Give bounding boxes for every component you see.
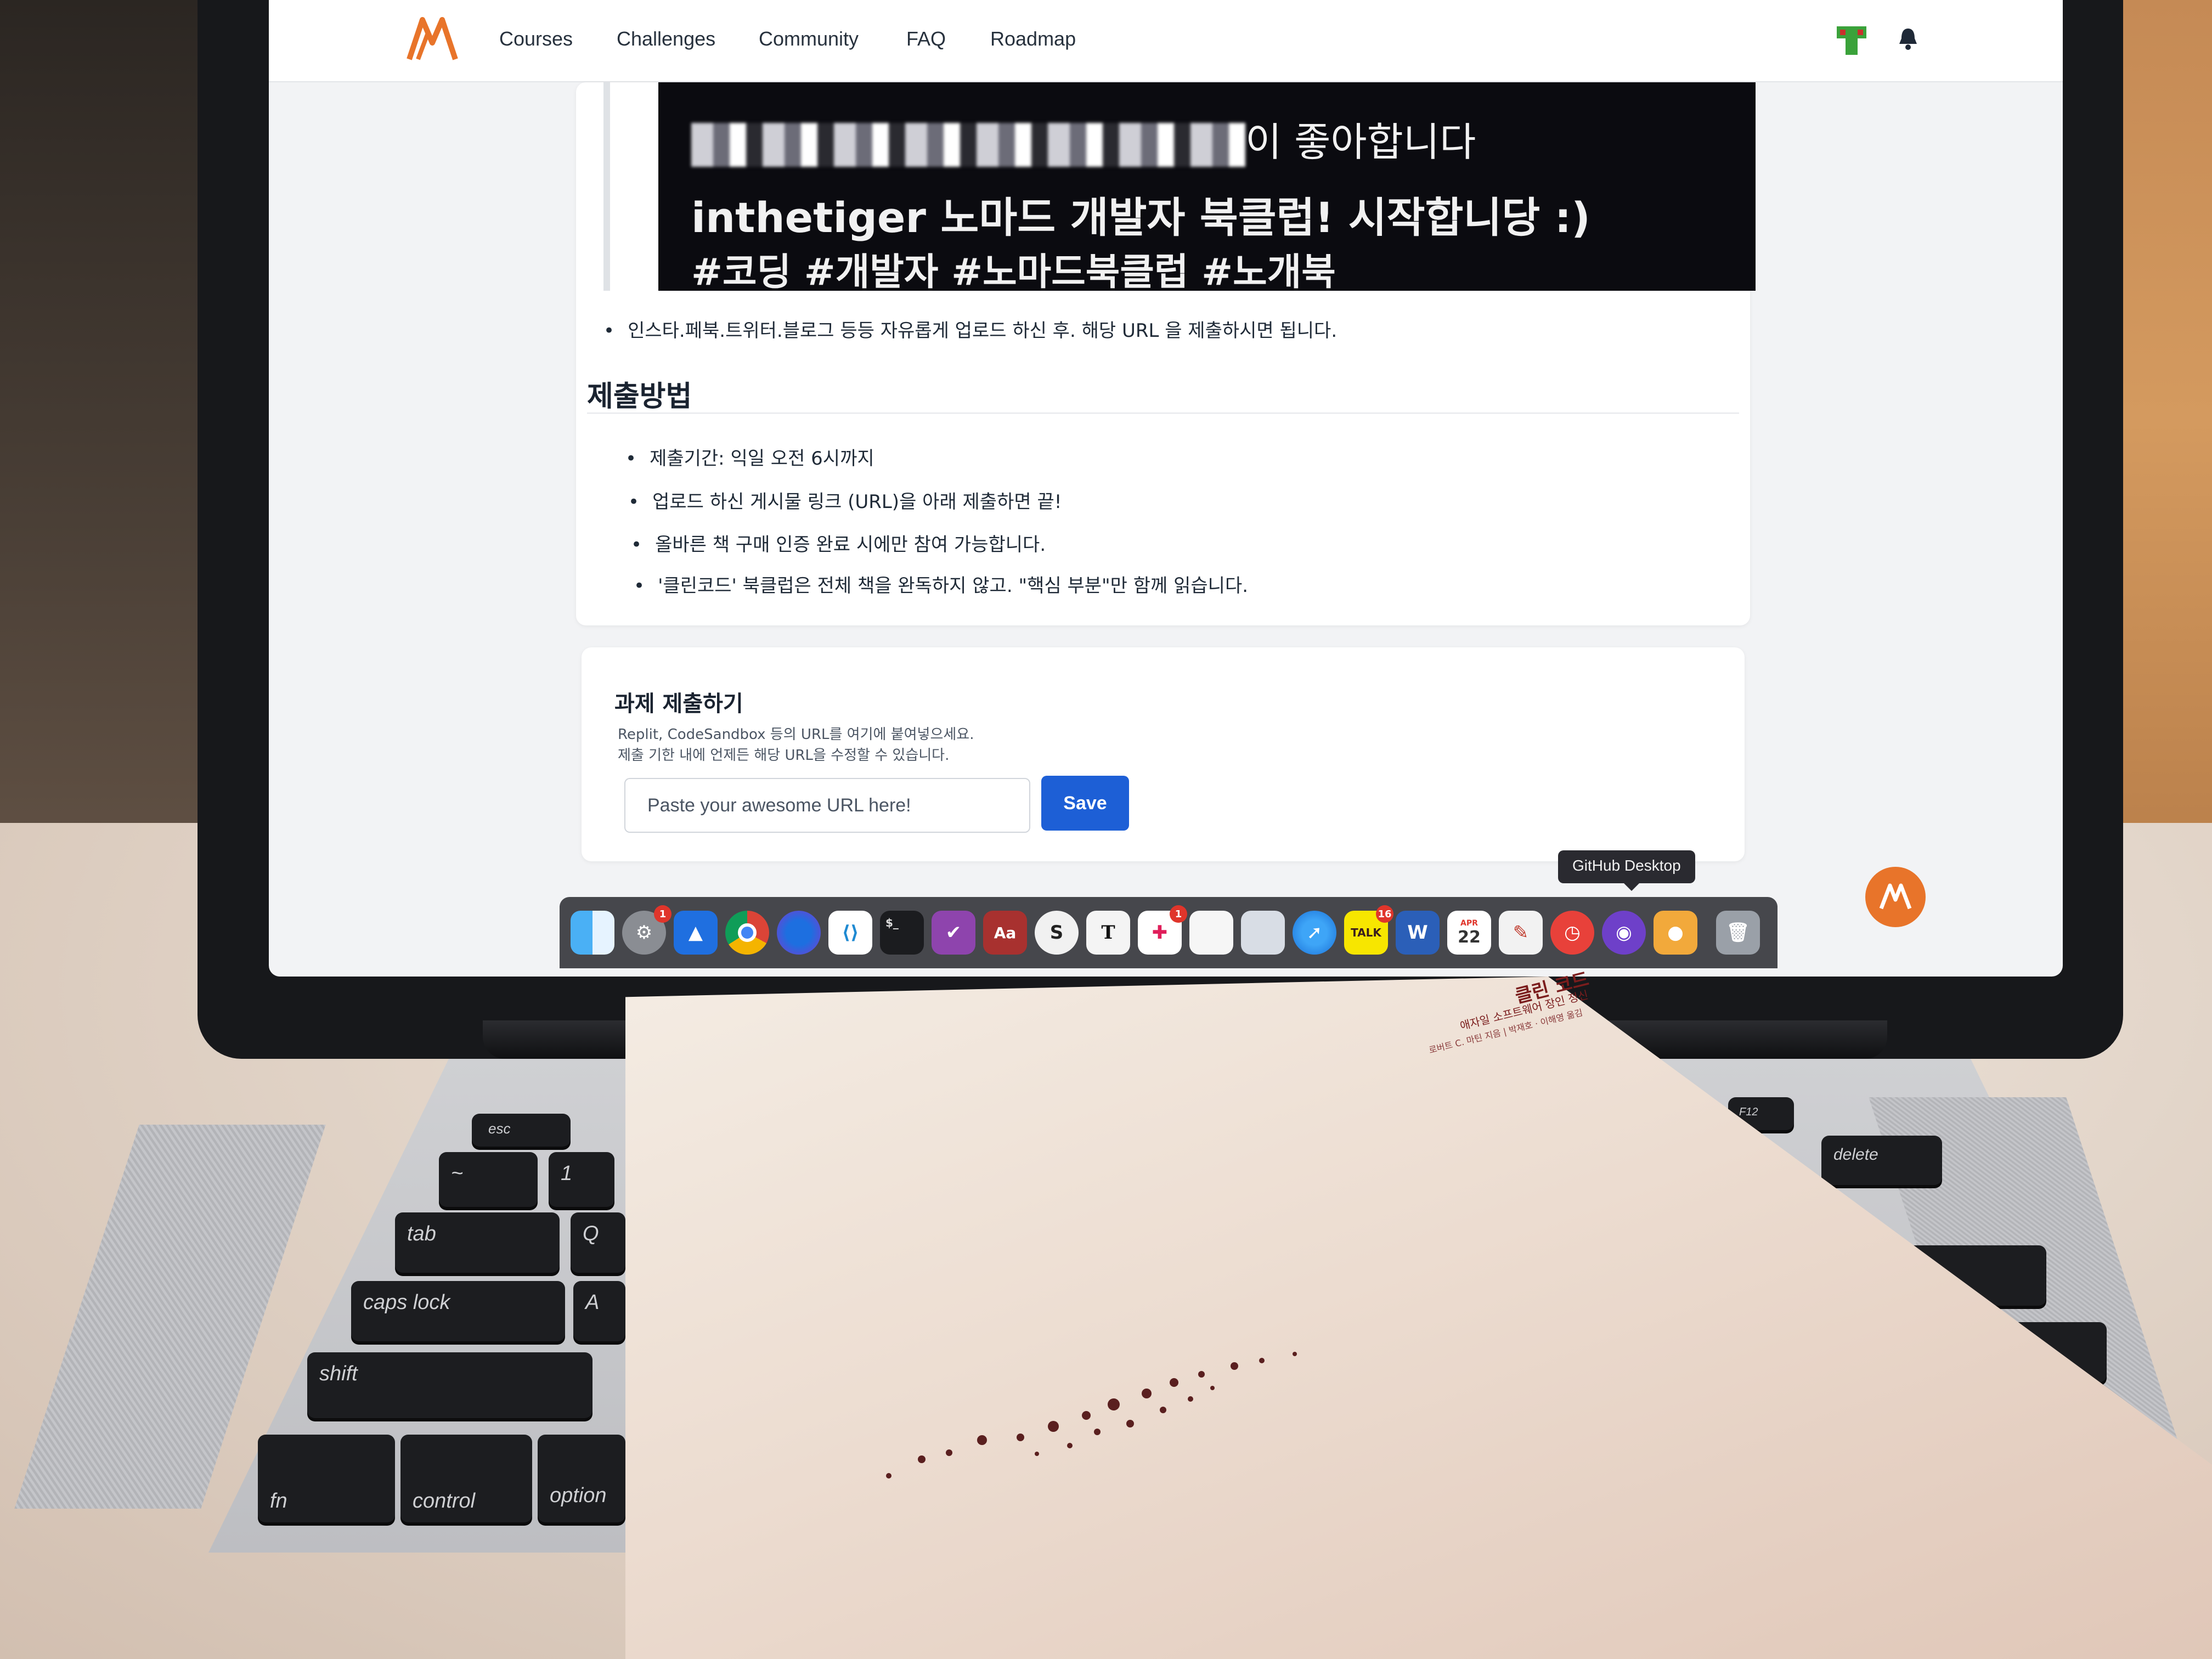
key-caps-lock[interactable]: caps lock bbox=[351, 1281, 565, 1341]
textedit-icon[interactable] bbox=[1189, 911, 1233, 955]
banner-line-2: inthetiger 노마드 개발자 북클럽! 시작합니당 :) bbox=[691, 193, 1590, 242]
avatar-icon[interactable] bbox=[1832, 21, 1871, 59]
method-item: '클린코드' 북클럽은 전체 책을 완독하지 않고. "핵심 부분"만 함께 읽… bbox=[634, 571, 1248, 597]
nav-faq[interactable]: FAQ bbox=[906, 27, 946, 50]
calendar-month: APR bbox=[1460, 918, 1478, 928]
preview-icon[interactable] bbox=[1241, 911, 1285, 955]
firefox-icon[interactable] bbox=[777, 911, 821, 955]
scrivener-icon[interactable]: S bbox=[1035, 911, 1079, 955]
calendar-icon[interactable]: APR 22 bbox=[1447, 911, 1491, 955]
submission-method-title: 제출방법 bbox=[587, 380, 692, 413]
slack-icon[interactable]: ✚ 1 bbox=[1138, 905, 1187, 955]
section-divider bbox=[587, 413, 1739, 414]
word-icon[interactable]: W bbox=[1396, 911, 1440, 955]
url-input[interactable] bbox=[624, 778, 1030, 833]
key-control[interactable]: control bbox=[400, 1435, 532, 1522]
typora-icon[interactable]: T bbox=[1086, 911, 1130, 955]
key-shift-left[interactable]: shift bbox=[307, 1352, 592, 1418]
share-note: 인스타.페북.트위터.블로그 등등 자유롭게 업로드 하신 후. 해당 URL … bbox=[603, 315, 1337, 342]
key-a[interactable]: A bbox=[573, 1281, 625, 1341]
blockquote-bar bbox=[603, 82, 610, 291]
calendar-day: 22 bbox=[1458, 927, 1481, 947]
system-settings-icon[interactable]: ⚙ 1 bbox=[622, 905, 672, 955]
kakaotalk-badge: 16 bbox=[1376, 905, 1393, 923]
blurred-username bbox=[691, 123, 1245, 167]
method-item: 제출기간: 익일 오전 6시까지 bbox=[625, 443, 874, 470]
omnifocus-icon[interactable]: ✔ bbox=[932, 911, 975, 955]
nav-courses[interactable]: Courses bbox=[499, 27, 573, 50]
example-banner-image: 이 좋아합니다 inthetiger 노마드 개발자 북클럽! 시작합니당 :)… bbox=[658, 82, 1756, 294]
trash-icon[interactable]: 🗑 bbox=[1716, 911, 1760, 955]
book-cover-splash-graphic bbox=[886, 1352, 1297, 1479]
github-desktop-icon[interactable]: ◉ bbox=[1602, 911, 1646, 955]
chat-logo-icon bbox=[1879, 883, 1912, 910]
clock-app-icon[interactable]: ◷ bbox=[1550, 911, 1594, 955]
safari-icon[interactable]: ➚ bbox=[1293, 911, 1336, 955]
key-esc[interactable]: esc bbox=[472, 1114, 571, 1147]
terminal-icon[interactable]: $_ bbox=[880, 911, 924, 955]
banner-line-1: 이 좋아합니다 bbox=[691, 110, 1476, 167]
method-item: 업로드 하신 게시물 링크 (URL)을 아래 제출하면 끝! bbox=[628, 487, 1062, 514]
vscode-icon[interactable]: ⟨⟩ bbox=[828, 911, 872, 955]
nav-roadmap[interactable]: Roadmap bbox=[990, 27, 1076, 50]
slack-badge: 1 bbox=[1170, 905, 1187, 923]
method-item: 올바른 책 구매 인증 완료 시에만 참여 가능합니다. bbox=[631, 529, 1046, 556]
key-tilde[interactable]: ~ bbox=[439, 1152, 538, 1207]
bell-icon[interactable] bbox=[1897, 26, 1919, 50]
spark-mail-icon[interactable]: ▲ bbox=[674, 911, 718, 955]
key-fn[interactable]: fn bbox=[258, 1435, 395, 1522]
submit-hint-2: 제출 기한 내에 언제든 해당 URL을 수정할 수 있습니다. bbox=[618, 747, 950, 764]
kakaotalk-icon[interactable]: TALK 16 bbox=[1344, 905, 1393, 955]
dock-tooltip: GitHub Desktop bbox=[1558, 850, 1695, 891]
chat-bubble-icon[interactable] bbox=[1865, 867, 1926, 927]
finder-icon[interactable] bbox=[571, 911, 614, 955]
nav-community[interactable]: Community bbox=[759, 27, 859, 50]
settings-badge: 1 bbox=[654, 905, 672, 923]
save-button[interactable]: Save bbox=[1041, 776, 1129, 831]
banner-line-3: #코딩 #개발자 #노마드북클럽 #노개북 bbox=[691, 251, 1336, 294]
laptop-screen: Courses Challenges Community FAQ Roadmap… bbox=[269, 0, 2063, 977]
key-delete[interactable]: delete bbox=[1821, 1136, 1942, 1185]
nav-challenges[interactable]: Challenges bbox=[617, 27, 715, 50]
keynote-icon[interactable]: ● bbox=[1654, 911, 1697, 955]
script-editor-icon[interactable]: ✎ bbox=[1499, 911, 1543, 955]
chrome-icon[interactable] bbox=[725, 911, 769, 955]
nomad-logo-icon[interactable] bbox=[406, 15, 459, 61]
key-tab[interactable]: tab bbox=[395, 1212, 560, 1273]
top-nav: Courses Challenges Community FAQ Roadmap bbox=[269, 0, 2063, 82]
key-1[interactable]: 1 bbox=[549, 1152, 614, 1207]
dictionary-icon[interactable]: Aa bbox=[983, 911, 1027, 955]
macos-dock: ⚙ 1 ▲ ⟨⟩ $_ ✔ Aa S T ✚ 1 ➚ TALK 16 W APR 22… bbox=[560, 897, 1778, 968]
key-q[interactable]: Q bbox=[571, 1212, 625, 1273]
submit-title: 과제 제출하기 bbox=[614, 691, 743, 716]
key-option[interactable]: option bbox=[538, 1435, 625, 1522]
submit-hint-1: Replit, CodeSandbox 등의 URL를 여기에 붙여넣으세요. bbox=[618, 726, 974, 743]
